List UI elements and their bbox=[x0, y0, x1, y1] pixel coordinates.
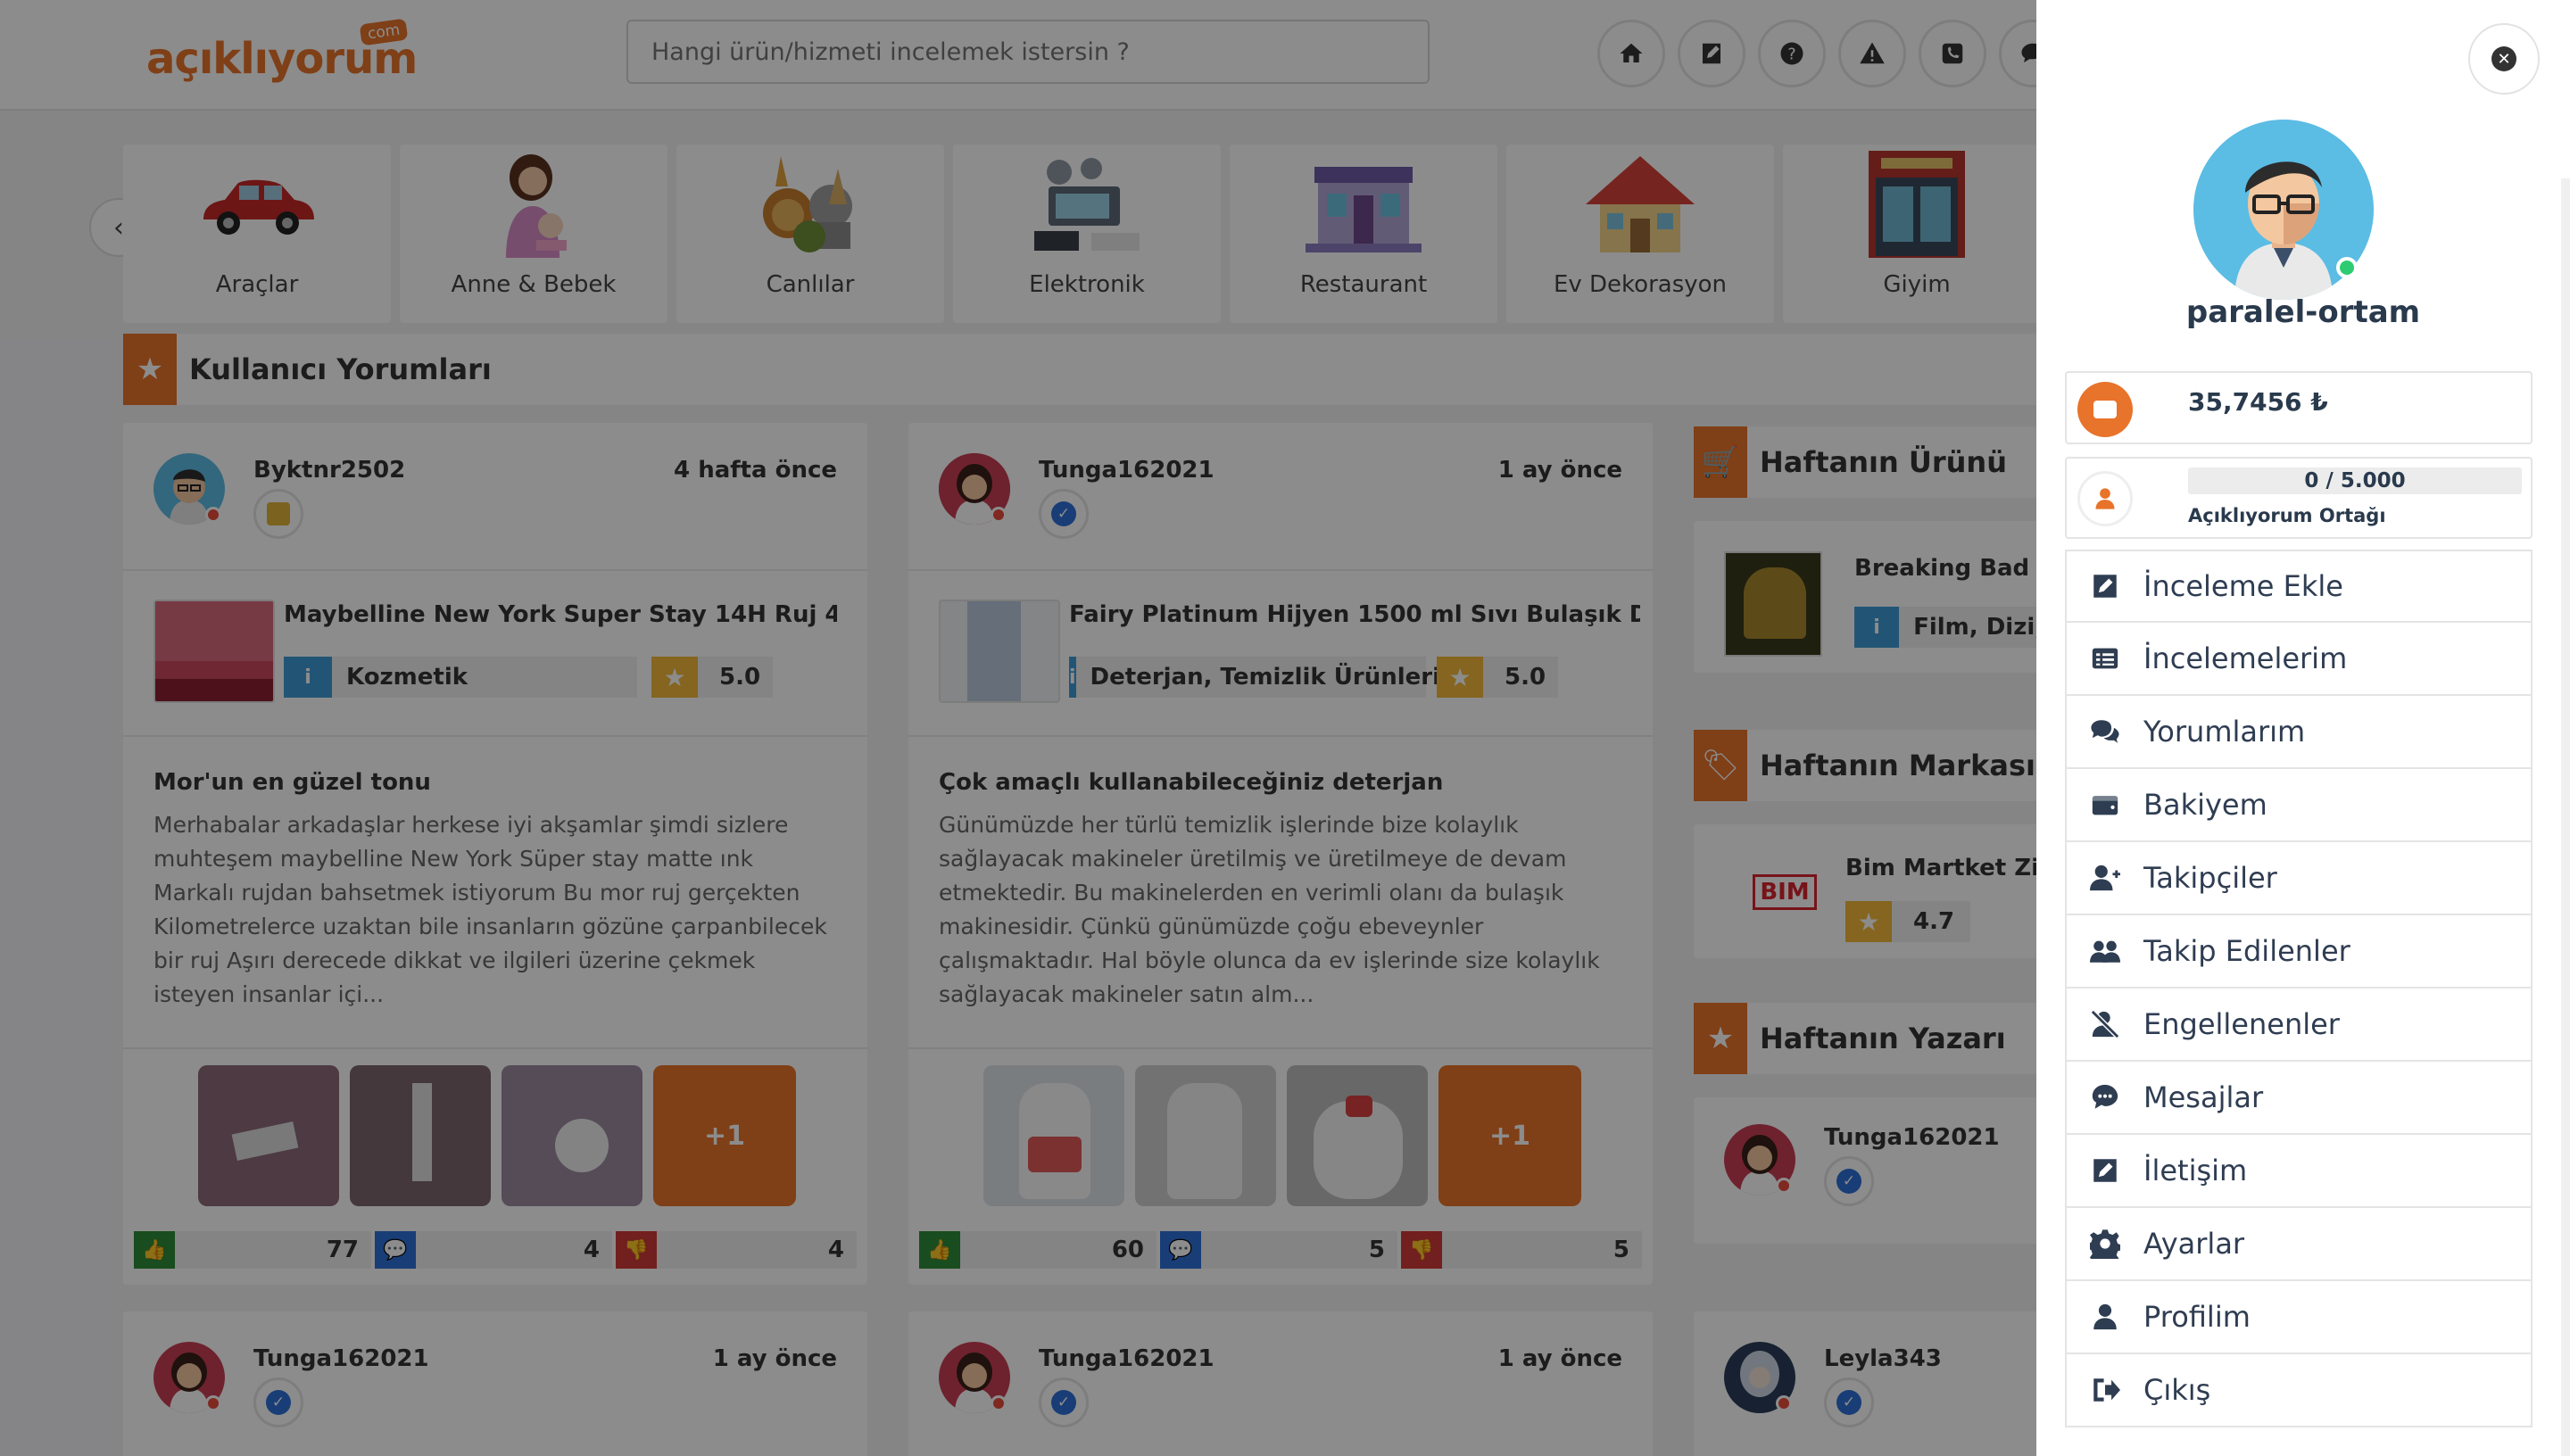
user-icon bbox=[2077, 471, 2133, 526]
menu-label: Yorumlarım bbox=[2143, 715, 2306, 749]
menu-item-settings[interactable]: Ayarlar bbox=[2065, 1208, 2533, 1281]
progress-text: 0 / 5.000 bbox=[2304, 469, 2406, 492]
menu-item-logout[interactable]: Çıkış bbox=[2065, 1354, 2533, 1427]
menu-label: İnceleme Ekle bbox=[2143, 569, 2343, 603]
menu-item-balance[interactable]: Bakiyem bbox=[2065, 769, 2533, 842]
edit-icon bbox=[2093, 1159, 2117, 1182]
gear-icon bbox=[2090, 1229, 2120, 1259]
menu-item-following[interactable]: Takip Edilenler bbox=[2065, 915, 2533, 989]
balance-value: 35,7456 ₺ bbox=[2188, 387, 2328, 417]
menu-item-messages[interactable]: Mesajlar bbox=[2065, 1062, 2533, 1135]
message-icon bbox=[2092, 1084, 2118, 1109]
users-icon bbox=[2090, 940, 2120, 963]
sign-out-icon bbox=[2093, 1378, 2120, 1402]
menu-item-profile[interactable]: Profilim bbox=[2065, 1281, 2533, 1354]
balance-box[interactable]: 35,7456 ₺ bbox=[2065, 371, 2533, 444]
menu-label: Takip Edilenler bbox=[2143, 934, 2350, 968]
menu-label: Profilim bbox=[2143, 1300, 2251, 1334]
user-plus-icon bbox=[2090, 864, 2120, 891]
profile-menu: İnceleme Ekle İncelemelerim Yorumlarım B… bbox=[2065, 550, 2533, 1427]
menu-label: Takipçiler bbox=[2143, 861, 2277, 895]
menu-label: Ayarlar bbox=[2143, 1227, 2245, 1261]
partner-label: Açıklıyorum Ortağı bbox=[2188, 505, 2386, 526]
menu-label: İletişim bbox=[2143, 1154, 2248, 1187]
menu-label: İncelemelerim bbox=[2143, 641, 2348, 675]
menu-item-add-review[interactable]: İnceleme Ekle bbox=[2065, 550, 2533, 623]
menu-label: Bakiyem bbox=[2143, 788, 2267, 822]
menu-item-my-reviews[interactable]: İncelemelerim bbox=[2065, 623, 2533, 696]
partner-box[interactable]: 0 / 5.000 Açıklıyorum Ortağı bbox=[2065, 457, 2533, 539]
online-indicator bbox=[2336, 257, 2358, 278]
menu-item-blocked[interactable]: Engellenenler bbox=[2065, 989, 2533, 1062]
list-icon bbox=[2092, 648, 2118, 669]
partner-progress-bar: 0 / 5.000 bbox=[2188, 467, 2522, 494]
menu-label: Mesajlar bbox=[2143, 1080, 2264, 1114]
close-icon: ✕ bbox=[2491, 46, 2516, 71]
menu-item-my-comments[interactable]: Yorumlarım bbox=[2065, 696, 2533, 769]
comments-icon bbox=[2091, 720, 2119, 743]
wallet-icon bbox=[2092, 796, 2118, 815]
modal-backdrop[interactable] bbox=[0, 0, 2036, 1456]
menu-item-contact[interactable]: İletişim bbox=[2065, 1135, 2533, 1208]
wallet-icon bbox=[2077, 382, 2133, 437]
panel-scrollbar[interactable] bbox=[2561, 178, 2570, 1456]
edit-icon bbox=[2093, 575, 2117, 598]
close-panel-button[interactable]: ✕ bbox=[2468, 23, 2540, 95]
profile-username[interactable]: paralel-ortam bbox=[2036, 294, 2570, 330]
user-icon bbox=[2093, 1303, 2117, 1330]
menu-label: Çıkış bbox=[2143, 1373, 2211, 1407]
menu-item-followers[interactable]: Takipçiler bbox=[2065, 842, 2533, 915]
menu-label: Engellenenler bbox=[2143, 1007, 2340, 1041]
user-slash-icon bbox=[2090, 1009, 2120, 1039]
